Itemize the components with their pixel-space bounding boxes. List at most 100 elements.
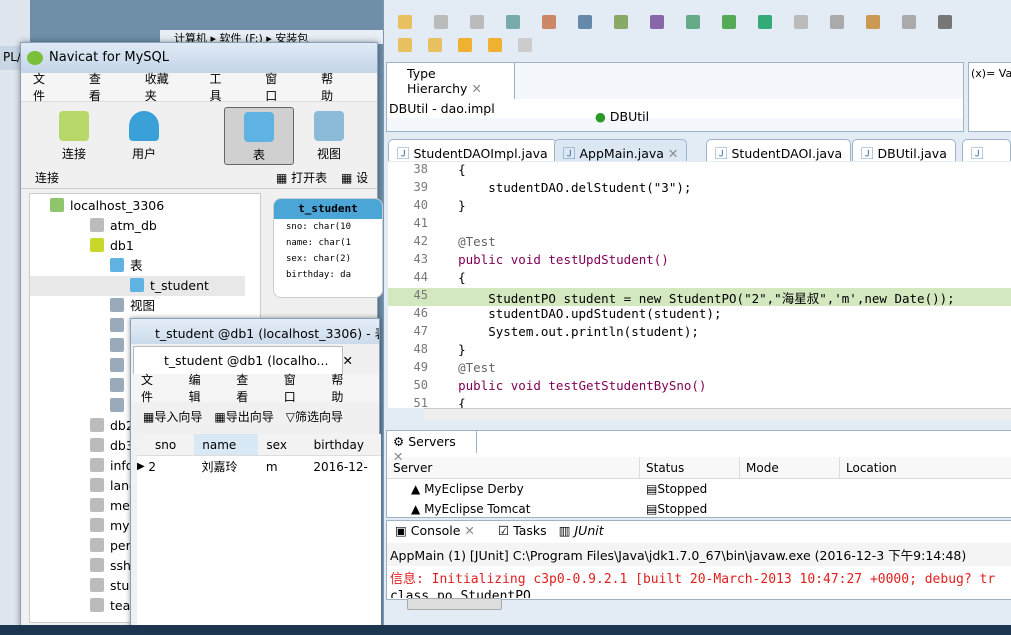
column-header[interactable]: Mode bbox=[740, 457, 840, 478]
java-file-icon: 🄹 bbox=[397, 146, 410, 161]
editor-tab[interactable]: 🄹 DBUtil.java bbox=[852, 139, 956, 161]
console-tab[interactable]: ▣ Console ✕ bbox=[387, 521, 492, 543]
er-field: sex: char(2) bbox=[286, 254, 352, 264]
export-wizard-button[interactable]: ▦导出向导 bbox=[214, 408, 273, 425]
tree-item-grp[interactable]: 表 bbox=[110, 256, 143, 276]
server-row[interactable]: ▲ MyEclipse Tomcat ▤Stopped bbox=[387, 499, 1011, 519]
column-header[interactable]: Location bbox=[840, 457, 897, 478]
tree-item-db[interactable]: db2 bbox=[90, 416, 134, 436]
toolbar-tool-icon[interactable] bbox=[542, 15, 556, 29]
tasks-tab[interactable]: ☑ Tasks bbox=[492, 521, 553, 543]
close-icon[interactable]: ✕ bbox=[668, 146, 678, 161]
tree-item-obj[interactable]: 视图 bbox=[110, 296, 155, 316]
tree-item-db[interactable]: db3 bbox=[90, 436, 134, 456]
menu-file[interactable]: 文件 bbox=[141, 371, 165, 405]
editor-horizontal-scrollbar[interactable] bbox=[424, 408, 1011, 420]
code-text: StudentPO student = new StudentPO("2","海… bbox=[428, 291, 955, 306]
connection-button[interactable]: 连接 bbox=[39, 107, 109, 165]
cell[interactable]: 2 bbox=[146, 456, 193, 478]
filter-wizard-button[interactable]: ▽筛选向导 bbox=[286, 408, 343, 425]
servers-icon: ⚙ bbox=[393, 434, 405, 449]
toolbar-tool-icon[interactable] bbox=[722, 15, 736, 29]
design-table-button[interactable]: ▦ 设 bbox=[341, 169, 368, 186]
table-button[interactable]: 表 bbox=[224, 107, 294, 165]
hierarchy-class[interactable]: ● DBUtil bbox=[595, 109, 649, 124]
er-diagram-table[interactable]: t_student sno: char(10 name: char(1 sex:… bbox=[273, 198, 383, 298]
navigation-arrow-icon[interactable] bbox=[488, 38, 502, 52]
tree-item-dbopen[interactable]: db1 bbox=[90, 236, 134, 256]
tree-item-conn[interactable]: localhost_3306 bbox=[50, 196, 164, 216]
toolbar-tool-icon[interactable] bbox=[902, 15, 916, 29]
toolbar-tool-icon[interactable] bbox=[938, 15, 952, 29]
menu-view[interactable]: 查看 bbox=[236, 371, 260, 405]
close-icon[interactable]: ✕ bbox=[464, 523, 474, 538]
servers-tab[interactable]: ⚙ Servers ✕ bbox=[387, 431, 477, 464]
toolbar-tool-icon[interactable] bbox=[578, 15, 592, 29]
type-hierarchy-tab[interactable]: Type Hierarchy ✕ bbox=[387, 63, 515, 99]
code-line: 38 { bbox=[388, 162, 1011, 180]
code-text: System.out.println(student); bbox=[428, 324, 699, 339]
navigation-arrow-icon[interactable] bbox=[428, 38, 442, 52]
menu-favorites[interactable]: 收藏夹 bbox=[145, 70, 172, 104]
menu-file[interactable]: 文件 bbox=[33, 70, 51, 104]
toolbar-tool-icon[interactable] bbox=[614, 15, 628, 29]
menu-tools[interactable]: 工具 bbox=[209, 70, 227, 104]
cell[interactable]: 刘嘉玲 bbox=[194, 456, 258, 478]
toolbar-tool-icon[interactable] bbox=[830, 15, 844, 29]
tree-item-db[interactable]: atm_db bbox=[90, 216, 157, 236]
variables-tab[interactable]: (x)= Var bbox=[969, 63, 1011, 84]
menu-window[interactable]: 窗口 bbox=[284, 371, 308, 405]
junit-tab[interactable]: ▥ JUnit bbox=[553, 521, 610, 543]
column-header[interactable]: Server bbox=[387, 457, 640, 478]
table-window-title[interactable]: t_student @db1 (localhost_3306) - 表 bbox=[131, 319, 379, 344]
navigation-arrow-icon[interactable] bbox=[398, 38, 412, 52]
toolbar-tool-icon[interactable] bbox=[758, 15, 772, 29]
connection-icon bbox=[59, 111, 89, 141]
column-header[interactable]: sex bbox=[258, 434, 305, 455]
column-header[interactable]: birthday bbox=[306, 434, 381, 455]
table-row[interactable]: ▶ 2 刘嘉玲 m 2016-12- bbox=[137, 456, 381, 478]
close-icon[interactable]: ✕ bbox=[342, 353, 352, 368]
editor-tab[interactable]: 🄹 Stud bbox=[962, 139, 1011, 177]
console-scrollbar[interactable] bbox=[407, 598, 502, 610]
menu-help[interactable]: 帮助 bbox=[321, 70, 339, 104]
toolbar-tool-icon[interactable] bbox=[686, 15, 700, 29]
toolbar-tool-icon[interactable] bbox=[470, 15, 484, 29]
menu-window[interactable]: 窗口 bbox=[265, 70, 283, 104]
table-data-window: t_student @db1 (localhost_3306) - 表 t_st… bbox=[130, 318, 381, 631]
derby-icon: ▲ bbox=[411, 482, 421, 496]
toolbar-tool-icon[interactable] bbox=[398, 15, 412, 29]
view-button[interactable]: 视图 bbox=[294, 107, 364, 165]
import-wizard-button[interactable]: ▦导入向导 bbox=[143, 408, 202, 425]
menu-view[interactable]: 查看 bbox=[89, 70, 107, 104]
tree-item-tbl[interactable]: t_student bbox=[30, 276, 245, 296]
toolbar-tool-icon[interactable] bbox=[650, 15, 664, 29]
toolbar-tool-icon[interactable] bbox=[434, 15, 448, 29]
column-header[interactable]: Status bbox=[640, 457, 740, 478]
editor-tab[interactable]: 🄹 AppMain.java ✕ bbox=[554, 139, 688, 161]
column-header[interactable]: sno bbox=[147, 434, 194, 455]
close-icon[interactable]: ✕ bbox=[471, 81, 481, 96]
taskbar[interactable] bbox=[0, 625, 1011, 635]
toolbar-tool-icon[interactable] bbox=[866, 15, 880, 29]
table-tab[interactable]: t_student @db1 (localho... ✕ bbox=[133, 346, 353, 374]
editor-tab[interactable]: 🄹 StudentDAOImpl.java bbox=[388, 139, 557, 161]
navigation-arrow-icon[interactable] bbox=[518, 38, 532, 52]
column-header[interactable]: name bbox=[194, 434, 259, 455]
cell[interactable]: 2016-12- bbox=[305, 456, 381, 478]
cell[interactable]: m bbox=[258, 456, 305, 478]
tree-item-db[interactable]: ssh bbox=[90, 556, 131, 576]
menu-edit[interactable]: 编辑 bbox=[189, 371, 213, 405]
user-button[interactable]: 用户 bbox=[109, 107, 179, 165]
navicat-title-bar[interactable]: Navicat for MySQL bbox=[21, 43, 377, 73]
editor-tab[interactable]: 🄹 StudentDAOI.java bbox=[706, 139, 852, 161]
navigation-arrow-icon[interactable] bbox=[458, 38, 472, 52]
menu-help[interactable]: 帮助 bbox=[331, 371, 355, 405]
server-row[interactable]: ▲ MyEclipse Derby ▤Stopped bbox=[387, 479, 1011, 499]
toolbar-tool-icon[interactable] bbox=[506, 15, 520, 29]
open-table-button[interactable]: ▦ 打开表 bbox=[276, 169, 327, 186]
toolbar-tool-icon[interactable] bbox=[794, 15, 808, 29]
data-grid[interactable]: sno name sex birthday ▶ 2 刘嘉玲 m 2016-12- bbox=[137, 434, 381, 631]
tree-item-db[interactable]: stu bbox=[90, 576, 129, 596]
code-editor[interactable]: 38 {39 studentDAO.delStudent("3"); 40 } 41… bbox=[388, 162, 1011, 408]
